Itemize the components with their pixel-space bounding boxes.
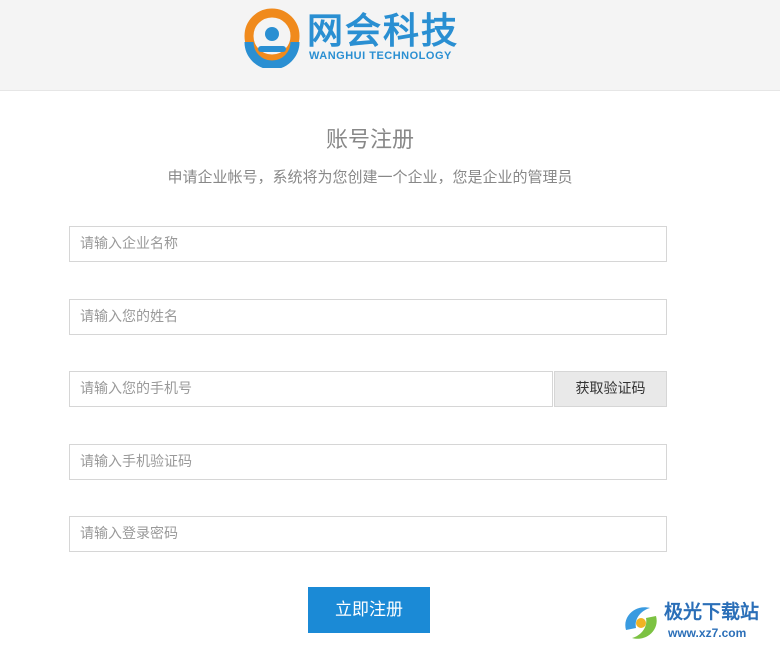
brand-name-cn: 网会科技 (307, 11, 460, 52)
watermark-url: www.xz7.com (668, 626, 747, 640)
sms-code-field (69, 444, 667, 480)
watermark: 极光下载站 www.xz7.com (618, 598, 778, 650)
page-title: 账号注册 (325, 128, 414, 153)
full-name-field (69, 299, 667, 335)
page-subtitle: 申请企业帐号，系统将为您创建一个企业，您是企业的管理员 (167, 168, 573, 186)
phone-field (69, 371, 553, 407)
company-name-input[interactable] (70, 227, 666, 261)
register-button[interactable]: 立即注册 (308, 587, 430, 633)
wanghui-logo-icon (244, 8, 300, 68)
brand-name-en: WANGHUI TECHNOLOGY (309, 50, 452, 62)
password-field (69, 516, 667, 552)
password-input[interactable] (70, 517, 666, 551)
page-header: 网会科技 WANGHUI TECHNOLOGY (0, 0, 780, 91)
brand-logo: 网会科技 WANGHUI TECHNOLOGY (243, 6, 503, 70)
phone-input[interactable] (70, 372, 552, 406)
watermark-site-name: 极光下载站 (664, 601, 760, 623)
get-verification-code-button[interactable]: 获取验证码 (554, 371, 667, 407)
sms-code-input[interactable] (70, 445, 666, 479)
company-name-field (69, 226, 667, 262)
full-name-input[interactable] (70, 300, 666, 334)
xz7-swirl-icon (625, 607, 657, 639)
